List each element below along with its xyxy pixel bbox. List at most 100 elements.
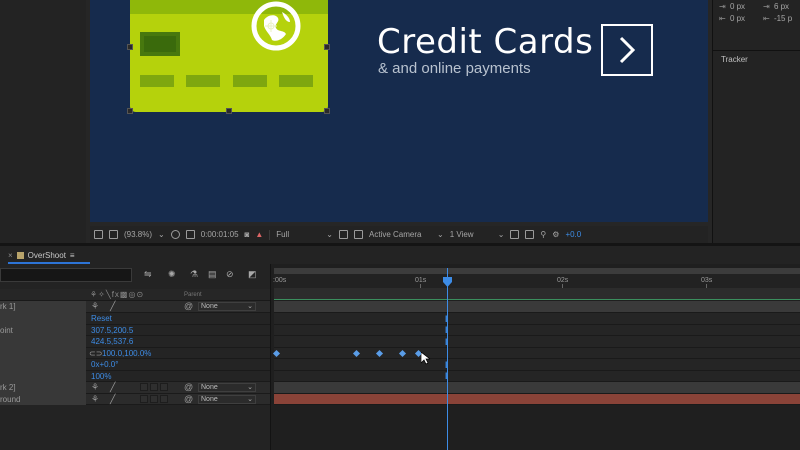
quality-switch-icon[interactable]: ╱ [110, 382, 115, 393]
quality-switch-icon[interactable]: ╱ [110, 394, 115, 405]
layer-track[interactable] [274, 382, 800, 394]
reset-exposure-icon[interactable] [510, 230, 520, 239]
space-after-value[interactable]: 6 px [774, 2, 789, 11]
property-row[interactable]: 0x+0.0° [0, 359, 270, 371]
layer-row[interactable]: rk 2] ⚘ ╱ @ None ⌄ [0, 382, 270, 394]
pick-whip-icon[interactable]: @ [184, 382, 193, 393]
chevron-down-icon[interactable]: ⌄ [326, 230, 333, 239]
property-row[interactable]: Reset [0, 313, 270, 325]
switch-cell[interactable] [150, 383, 158, 391]
chevron-right-icon [619, 36, 636, 64]
frame-blending-icon[interactable]: ✺ [168, 269, 176, 280]
layer-name[interactable]: round [0, 393, 86, 405]
shy-switch-icon[interactable]: ⚘ [91, 394, 99, 405]
grid-toggle-icon[interactable] [109, 230, 118, 239]
3d-view-icon[interactable] [525, 230, 535, 239]
time-label: 03s [701, 277, 713, 284]
selection-handle[interactable] [226, 108, 232, 114]
layer-search-input[interactable] [0, 268, 132, 282]
property-label [0, 313, 86, 325]
timecode-display[interactable]: 0:00:01:05 [201, 230, 239, 239]
switch-cell[interactable] [140, 394, 148, 403]
time-ruler[interactable] [274, 274, 800, 288]
exposure-value[interactable]: +0.0 [565, 230, 581, 239]
switch-cell[interactable] [160, 394, 168, 403]
reset-link[interactable]: Reset [91, 313, 112, 324]
transparency-grid-icon[interactable] [185, 230, 195, 239]
shy-switch-icon[interactable]: ⚘ [91, 382, 99, 393]
property-row[interactable]: 100% [0, 370, 270, 382]
indent-icon: ⇤ [719, 14, 726, 23]
switch-cell[interactable] [140, 383, 148, 391]
layer-name[interactable]: rk 1] [0, 301, 86, 313]
chevron-down-icon[interactable]: ⌄ [498, 230, 505, 239]
layer-track[interactable] [274, 301, 800, 313]
switch-cell[interactable] [150, 394, 158, 403]
layer-row[interactable]: round ⚘ ╱ @ None ⌄ [0, 393, 270, 405]
parent-dropdown[interactable]: None ⌄ [198, 383, 256, 392]
color-channel-icon[interactable]: ▲ [255, 230, 263, 239]
always-preview-icon[interactable] [94, 230, 103, 239]
layer-name[interactable]: rk 2] [0, 382, 86, 394]
parent-dropdown[interactable]: None ⌄ [198, 302, 256, 311]
opacity-value[interactable]: 100% [91, 371, 111, 382]
graph-editor-icon[interactable]: ▤ [208, 269, 217, 280]
selection-handle[interactable] [127, 108, 133, 114]
layer-row[interactable]: rk 1] ⚘ ╱ @ None ⌄ [0, 301, 270, 313]
views-layout-dropdown[interactable]: 1 View [450, 230, 492, 239]
region-of-interest-icon[interactable] [170, 230, 180, 239]
chevron-down-icon[interactable]: ⌄ [437, 230, 444, 239]
rotation-value[interactable]: 0x+0.0° [91, 359, 118, 370]
property-row[interactable]: oint 307.5,200.5 [0, 324, 270, 336]
space-before-value[interactable]: 0 px [730, 2, 745, 11]
gear-icon[interactable]: ⚙ [552, 230, 559, 239]
project-panel [0, 0, 86, 243]
property-row[interactable]: ⊂⊃ 100.0,100.0% [0, 347, 270, 359]
credit-card-layer[interactable] [130, 0, 328, 112]
layer-track[interactable] [274, 393, 800, 405]
space-before-icon: ⇥ [719, 2, 726, 11]
shy-switch-icon[interactable]: ⚘ [91, 301, 99, 312]
selection-handle[interactable] [324, 44, 330, 50]
camera-snapshot-icon[interactable]: ◙ [245, 230, 250, 239]
draft-3d-icon[interactable]: ◩ [248, 269, 257, 280]
indent-value[interactable]: 0 px [730, 14, 745, 23]
property-label [0, 370, 86, 382]
baseline-shift-value[interactable]: -15 p [774, 14, 792, 23]
motion-blur-icon[interactable]: ⚗ [190, 269, 198, 280]
chevron-down-icon: ⌄ [247, 303, 253, 310]
quality-switch-icon[interactable]: ╱ [110, 301, 115, 312]
resolution-dropdown[interactable]: Full [276, 230, 320, 239]
shy-layers-icon[interactable]: ⇋ [144, 269, 152, 280]
close-icon[interactable]: × [8, 251, 13, 260]
composition-title-text: Credit Cards [377, 22, 594, 62]
magnification-dropdown[interactable]: (93.8%) [124, 230, 152, 239]
switch-cell[interactable] [160, 383, 168, 391]
pick-whip-icon[interactable]: @ [184, 301, 193, 312]
selection-handle[interactable] [324, 108, 330, 114]
link-icon[interactable]: ⊘ [226, 269, 234, 280]
pick-whip-icon[interactable]: @ [184, 394, 193, 405]
property-label [0, 359, 86, 371]
tracker-panel-title[interactable]: Tracker [721, 55, 748, 64]
selection-handle[interactable] [127, 44, 133, 50]
scale-value[interactable]: 100.0,100.0% [102, 348, 151, 359]
anchor-point-value[interactable]: 307.5,200.5 [91, 325, 133, 336]
composition-canvas[interactable]: Credit Cards & and online payments [90, 0, 708, 222]
current-time-indicator[interactable] [447, 268, 448, 450]
view-dropdown[interactable]: Active Camera [369, 230, 431, 239]
position-value[interactable]: 424.5,537.6 [91, 336, 133, 347]
parent-dropdown[interactable]: None ⌄ [198, 394, 256, 404]
panel-menu-icon[interactable]: ≡ [70, 251, 75, 260]
property-row[interactable]: 424.5,537.6 [0, 336, 270, 348]
toggle-transparency-icon[interactable] [354, 230, 363, 239]
time-label: 01s [415, 277, 427, 284]
anchor-point-icon[interactable] [265, 20, 277, 32]
fast-previews-icon[interactable] [339, 230, 348, 239]
playhead-handle-icon[interactable] [443, 277, 452, 287]
timeline-tab[interactable]: × OverShoot ≡ [8, 248, 75, 262]
chevron-down-icon[interactable]: ⌄ [158, 230, 165, 239]
flowchart-icon[interactable]: ⚲ [540, 230, 546, 239]
constrain-proportions-icon[interactable]: ⊂⊃ [89, 348, 102, 359]
time-label: :00s [273, 277, 287, 284]
